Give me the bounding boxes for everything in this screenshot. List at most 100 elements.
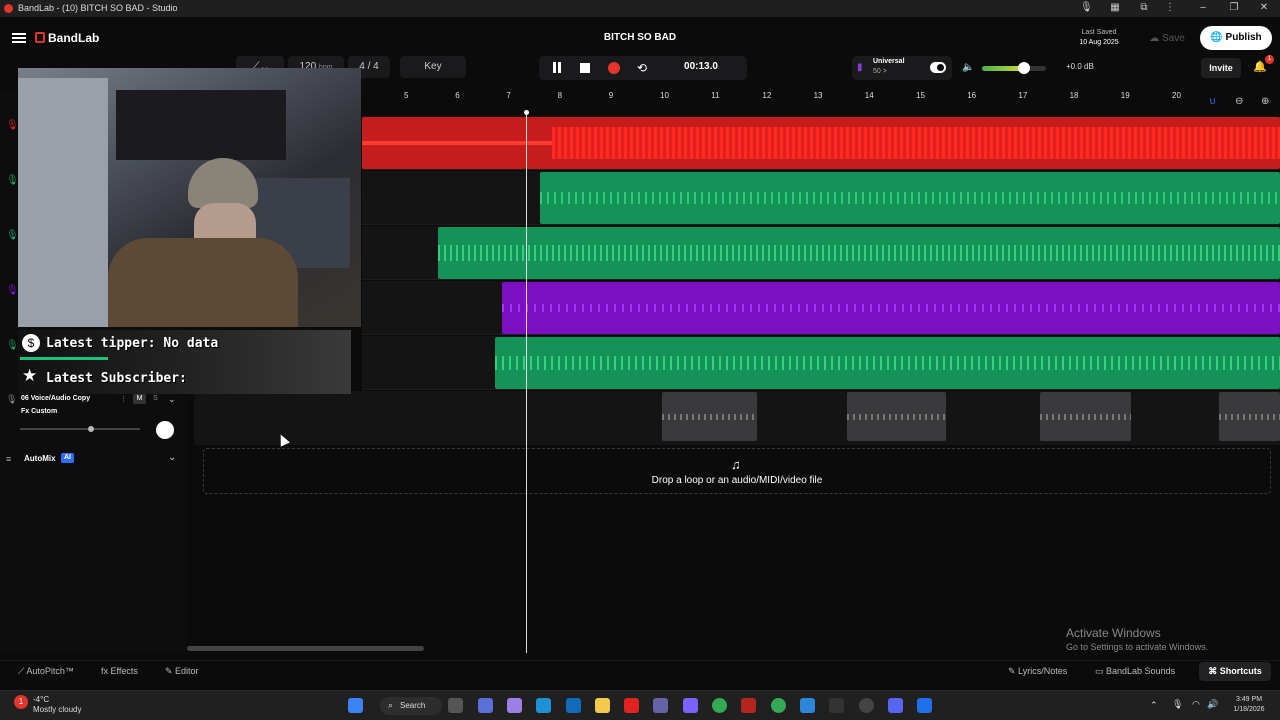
track-6-menu-icon[interactable]: ⋮ (120, 395, 127, 403)
reading-list-icon[interactable]: ▦ (1109, 2, 1121, 14)
audio-clip-track-3[interactable] (438, 227, 1280, 279)
save-button[interactable]: ☁ Save (1138, 28, 1196, 50)
track-6-solo-button[interactable]: S (149, 394, 162, 404)
speaker-icon[interactable]: 🔈 (962, 62, 974, 73)
loop-icon[interactable]: ⟲ (637, 61, 647, 75)
audio-clip-track-6-b[interactable] (847, 392, 946, 441)
drop-zone[interactable]: ♫ Drop a loop or an audio/MIDI/video fil… (203, 448, 1271, 494)
teams-icon[interactable] (653, 698, 668, 713)
track-6-name[interactable]: 06 Voice/Audio Copy (21, 395, 90, 402)
clock-time: 3:49 PM (1235, 696, 1263, 703)
search-label: Search (400, 701, 426, 710)
automix-expand-icon[interactable]: ⌄ (168, 452, 176, 463)
snap-magnet-icon[interactable]: ∪ (1209, 96, 1216, 107)
track-6-mute-button[interactable]: M (133, 394, 146, 404)
more-menu-icon[interactable]: ⋮ (1164, 2, 1176, 14)
widgets-icon[interactable] (507, 698, 522, 713)
file-explorer-icon[interactable] (595, 698, 610, 713)
restore-icon[interactable]: ❐ (1228, 2, 1240, 14)
timeline-ruler[interactable]: 5 6 7 8 9 10 11 12 13 14 15 16 17 18 19 20 (362, 90, 1280, 106)
tray-mic-icon[interactable]: 🎙 (1172, 699, 1183, 710)
track-5-mic-icon: 🎙 (6, 340, 19, 351)
app-icon-1[interactable] (683, 698, 698, 713)
waveform-track-6-a (662, 414, 757, 420)
app-icon-2[interactable] (741, 698, 756, 713)
latest-subscriber-text: Latest Subscriber: (46, 371, 187, 386)
chrome-icon[interactable] (712, 698, 727, 713)
obs-icon[interactable] (859, 698, 874, 713)
audio-clip-track-6-d[interactable] (1219, 392, 1280, 441)
app-icon-4[interactable] (917, 698, 932, 713)
volume-icon[interactable]: 🔊 (1207, 699, 1218, 710)
publish-button[interactable]: 🌐 Publish (1200, 26, 1272, 50)
universal-subtitle: 50 > (873, 68, 887, 75)
master-volume-slider[interactable] (982, 62, 1046, 74)
hamburger-menu-icon[interactable] (12, 33, 26, 43)
song-title[interactable]: BITCH SO BAD (540, 32, 740, 43)
wifi-icon[interactable]: ◠ (1192, 699, 1200, 710)
webcam-door (18, 78, 108, 327)
playhead-handle[interactable] (524, 110, 529, 115)
bell-icon[interactable]: 🔔 (1253, 60, 1267, 73)
ruler-bar-17: 17 (1018, 91, 1028, 100)
save-label: Save (1161, 33, 1185, 44)
bandlab-sounds-button[interactable]: ▭ BandLab Sounds (1095, 666, 1175, 677)
waveform-track-2 (540, 192, 1280, 204)
effects-button[interactable]: fx Effects (101, 666, 138, 676)
invite-button[interactable]: Invite (1201, 58, 1241, 78)
stop-icon[interactable] (580, 63, 590, 73)
track-6-pan-knob[interactable] (156, 421, 174, 439)
extensions-icon[interactable]: ⧉ (1138, 2, 1150, 14)
master-volume-knob[interactable] (1017, 62, 1030, 74)
edge-icon[interactable] (536, 698, 551, 713)
track-6-fx-label[interactable]: Fx Custom (21, 408, 57, 415)
playhead[interactable] (526, 112, 527, 653)
autopitch-button[interactable]: ⟋ AutoPitch™ (18, 666, 74, 677)
system-clock[interactable]: 3:49 PM 1/18/2026 (1224, 695, 1274, 715)
audio-clip-track-4[interactable] (502, 282, 1280, 334)
tray-chevron-icon[interactable]: ⌃ (1150, 700, 1158, 711)
pause-icon[interactable] (553, 62, 561, 73)
bandlab-logo[interactable]: BandLab (35, 31, 99, 45)
track-6-volume-slider[interactable] (20, 428, 140, 430)
discord-icon[interactable] (888, 698, 903, 713)
youtube-icon[interactable] (624, 698, 639, 713)
universal-toggle[interactable] (930, 62, 946, 73)
audio-clip-track-1[interactable] (362, 117, 1280, 169)
track-2-mic-icon: 🎙 (6, 175, 19, 186)
outlook-icon[interactable] (566, 698, 581, 713)
shortcuts-button[interactable]: ⌘ Shortcuts (1199, 662, 1271, 681)
chrome-active-icon[interactable] (771, 698, 786, 713)
audio-clip-track-2[interactable] (540, 172, 1280, 224)
track-6-volume-handle[interactable] (88, 426, 94, 432)
weather-widget[interactable]: -4°C Mostly cloudy (33, 695, 81, 715)
audio-clip-track-6-c[interactable] (1040, 392, 1131, 441)
ruler-bar-10: 10 (660, 91, 669, 100)
autopitch-label: AutoPitch™ (26, 666, 74, 676)
webcam-beanie (188, 158, 258, 208)
effects-label: Effects (110, 666, 138, 676)
watermark-line2: Go to Settings to activate Windows. (1066, 642, 1209, 652)
track-6-expand-icon[interactable]: ⌄ (168, 394, 176, 405)
windows-start-icon[interactable] (348, 698, 363, 713)
close-icon[interactable]: ✕ (1258, 2, 1270, 14)
task-view-icon[interactable] (448, 698, 463, 713)
audio-clip-track-5[interactable] (495, 337, 1280, 389)
zoom-in-icon[interactable]: ⊕ (1261, 96, 1269, 107)
editor-button[interactable]: ✎ Editor (165, 666, 199, 677)
live-app-icon[interactable] (829, 698, 844, 713)
audio-clip-track-6-a[interactable] (662, 392, 757, 441)
minimize-icon[interactable]: – (1197, 2, 1209, 14)
universal-preset-selector[interactable]: ▮ Universal 50 > (852, 56, 952, 80)
microphone-icon[interactable]: 🎙 (1080, 2, 1093, 14)
lyrics-notes-button[interactable]: ✎ Lyrics/Notes (1008, 666, 1067, 677)
horizontal-scrollbar[interactable] (187, 646, 424, 651)
key-button[interactable]: Key (400, 56, 466, 78)
zoom-out-icon[interactable]: ⊖ (1235, 96, 1243, 107)
weather-alert-icon[interactable]: 1 (14, 695, 28, 709)
clock-date: 1/18/2026 (1233, 706, 1265, 713)
app-icon-3[interactable] (800, 698, 815, 713)
record-icon[interactable] (608, 62, 620, 74)
automix-label[interactable]: AutoMix (24, 454, 56, 463)
copilot-icon[interactable] (478, 698, 493, 713)
